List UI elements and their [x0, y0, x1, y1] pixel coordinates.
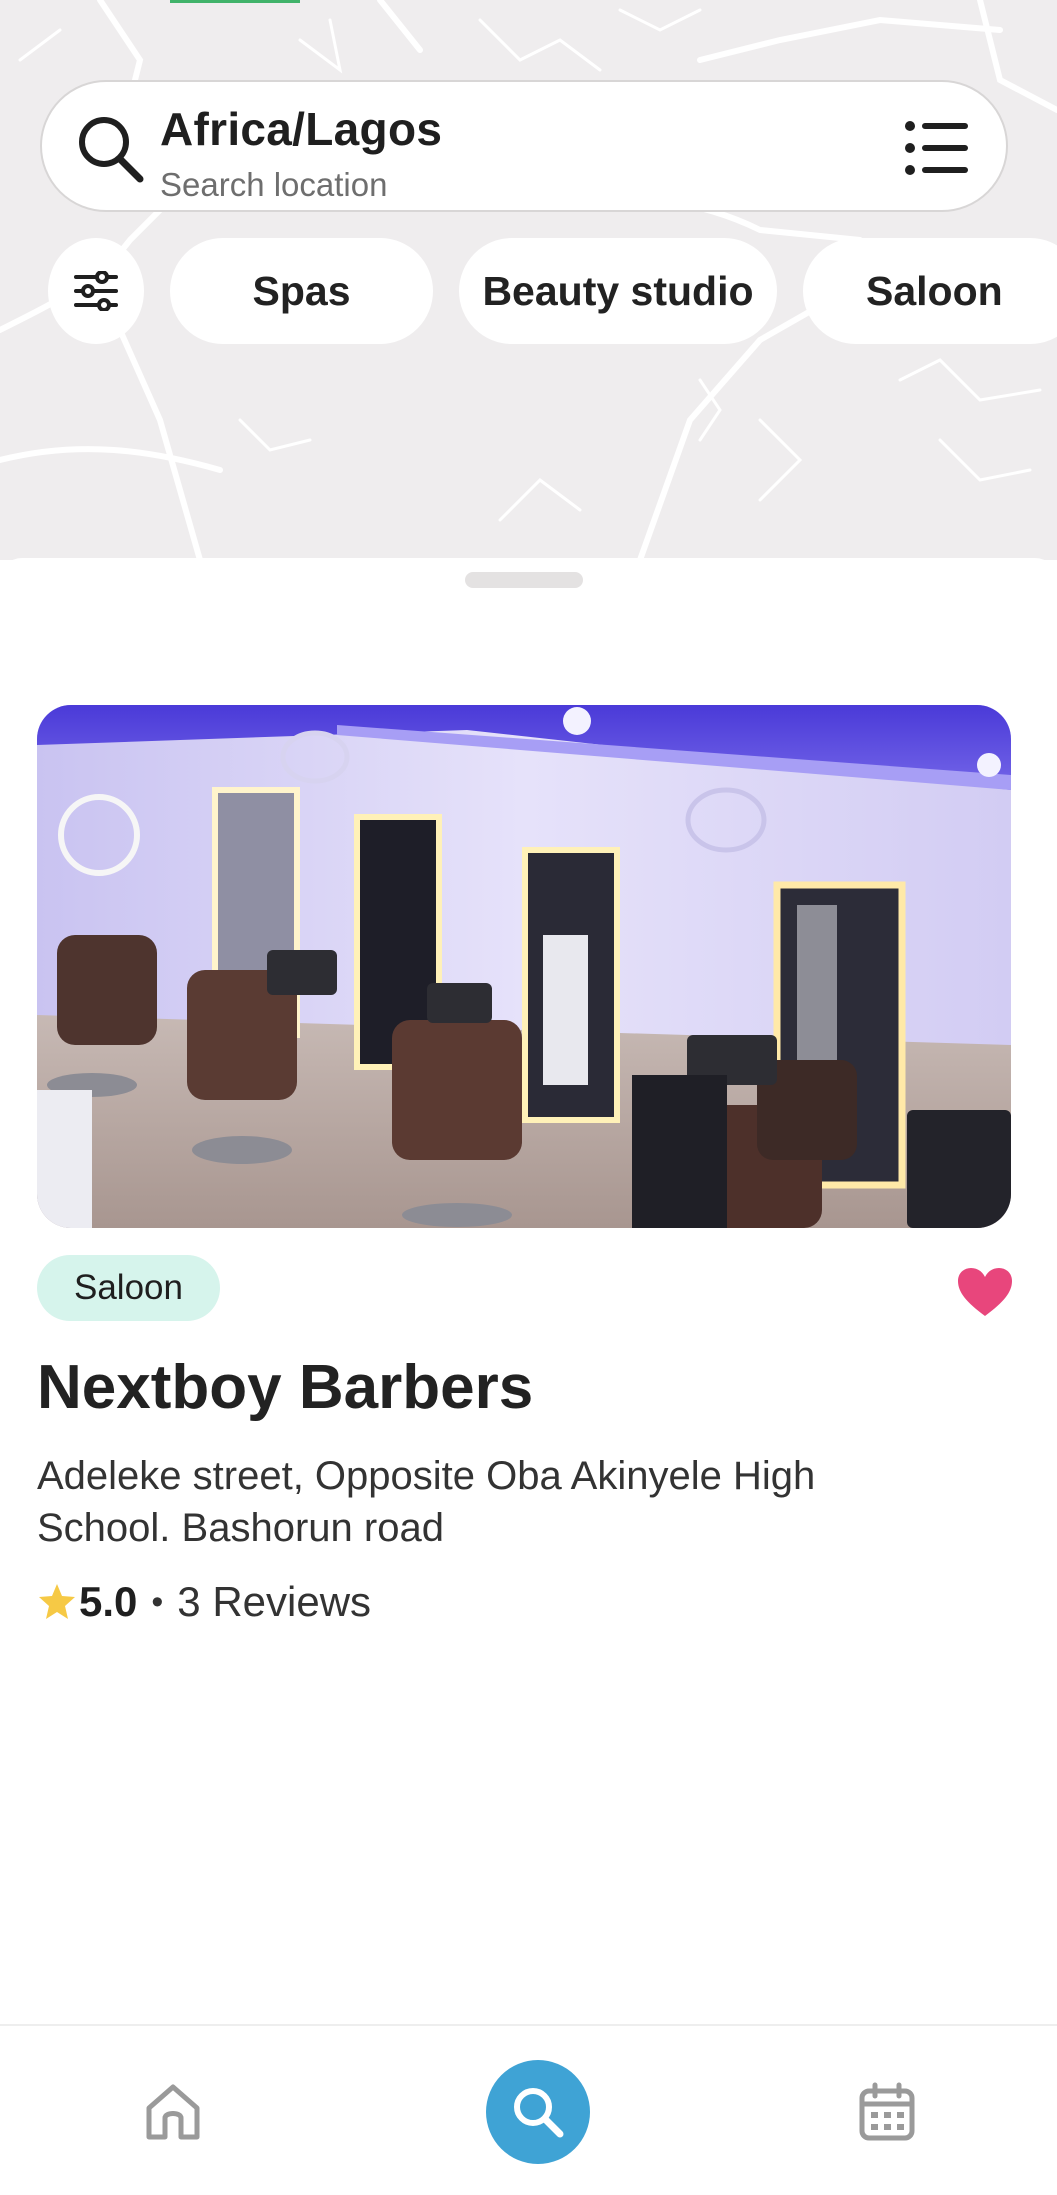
search-location-placeholder[interactable]: Search location [160, 166, 387, 204]
calendar-icon[interactable] [858, 2082, 916, 2142]
separator-dot: • [151, 1582, 164, 1621]
shop-name[interactable]: Nextboy Barbers [37, 1352, 533, 1423]
chip-saloon[interactable]: Saloon [803, 238, 1057, 344]
category-filter-bar: Spas Beauty studio Saloon [0, 238, 1057, 344]
rating-value: 5.0 [79, 1578, 138, 1625]
shop-address: Adeleke street, Opposite Oba Akinyele Hi… [37, 1454, 816, 1550]
search-tab-button[interactable] [486, 2060, 590, 2164]
search-icon [514, 2088, 564, 2138]
bottom-navigation [0, 2024, 1057, 2195]
chip-spas[interactable]: Spas [170, 238, 433, 344]
category-badge: Saloon [37, 1255, 220, 1321]
list-icon[interactable] [904, 118, 970, 178]
rating-row: 5.0 • 3 Reviews [37, 1574, 371, 1630]
listing-photo[interactable] [37, 705, 1011, 1228]
reviews-count[interactable]: 3 Reviews [177, 1578, 371, 1626]
star-icon [39, 1584, 75, 1619]
home-icon[interactable] [144, 2082, 202, 2142]
search-icon [79, 117, 144, 183]
sheet-drag-handle[interactable] [465, 572, 583, 588]
location-search-bar[interactable]: Africa/Lagos Search location [40, 80, 1008, 212]
chip-beauty-studio[interactable]: Beauty studio [459, 238, 777, 344]
sliders-icon [74, 271, 118, 311]
location-title: Africa/Lagos [160, 103, 443, 155]
heart-icon[interactable] [956, 1266, 1014, 1318]
filter-button[interactable] [48, 238, 144, 344]
